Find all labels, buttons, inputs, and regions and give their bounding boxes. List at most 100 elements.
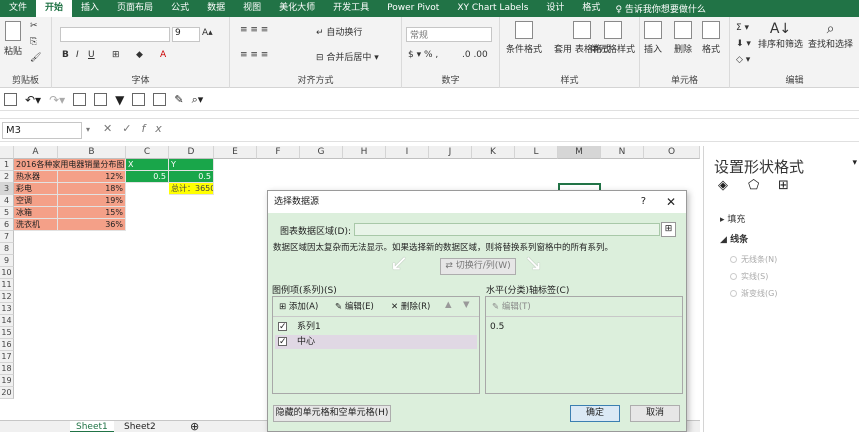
edit-series-button[interactable]: ✎ 编辑(E) [335, 300, 374, 312]
redo-icon[interactable]: ↷▾ [49, 93, 65, 107]
tab-home[interactable]: 开始 [36, 0, 73, 17]
row-header[interactable]: 11 [0, 279, 14, 291]
row-header[interactable]: 14 [0, 315, 14, 327]
tab-developer[interactable]: 开发工具 [324, 0, 378, 17]
cell-b3[interactable]: 18% [58, 183, 126, 195]
cell-a5[interactable]: 冰箱 [14, 207, 58, 219]
tab-power-pivot[interactable]: Power Pivot [378, 0, 448, 17]
namebox-dropdown-icon[interactable]: ▾ [86, 125, 90, 134]
help-icon[interactable]: ? [641, 191, 646, 213]
column-header[interactable]: G [300, 146, 343, 159]
align-top-icon[interactable]: ≡ ≡ ≡ [240, 25, 268, 35]
cut-icon[interactable]: ✂ [30, 21, 38, 31]
fx-icon[interactable]: fx [141, 122, 171, 135]
tab-view[interactable]: 视图 [234, 0, 270, 17]
cell-d3[interactable]: 总计：3650 [169, 183, 214, 195]
row-header[interactable]: 3 [0, 183, 14, 195]
currency-icon[interactable]: $ ▾ % , [408, 50, 438, 60]
tab-data[interactable]: 数据 [198, 0, 234, 17]
add-series-button[interactable]: ⊞ 添加(A) [279, 300, 318, 312]
select-all-corner[interactable] [0, 146, 14, 159]
save-icon[interactable] [4, 93, 17, 106]
tab-format[interactable]: 格式 [573, 0, 609, 17]
font-color-icon[interactable]: A [160, 50, 166, 60]
borders-icon[interactable]: ⊞ [112, 50, 120, 60]
column-header[interactable]: E [214, 146, 257, 159]
column-header[interactable]: C [126, 146, 169, 159]
column-header[interactable]: A [14, 146, 58, 159]
clear-icon[interactable]: ◇ ▾ [736, 55, 750, 65]
sheet-icon[interactable] [153, 93, 167, 106]
insert-cells-button[interactable]: 插入 [644, 21, 662, 55]
undo-icon[interactable]: ↶▾ [25, 93, 41, 107]
move-down-icon[interactable]: ▼ [463, 300, 470, 310]
conditional-format-button[interactable]: 条件格式 [506, 21, 542, 55]
row-header[interactable]: 15 [0, 327, 14, 339]
gradient-line-option[interactable]: 渐变线(G) [730, 288, 777, 299]
cell-b2[interactable]: 12% [58, 171, 126, 183]
tell-me-search[interactable]: ♀ 告诉我你想要做什么 [615, 2, 705, 15]
number-format-select[interactable]: 常规 [406, 27, 492, 42]
checkbox-icon[interactable] [278, 335, 287, 349]
column-header[interactable]: O [644, 146, 700, 159]
row-header[interactable]: 2 [0, 171, 14, 183]
copy-icon[interactable]: ⎘ [30, 37, 37, 47]
underline-button[interactable]: U [88, 50, 95, 60]
switch-row-column-button[interactable]: ⇄ 切换行/列(W) [440, 258, 516, 275]
row-header[interactable]: 20 [0, 387, 14, 399]
cell-a6[interactable]: 洗衣机 [14, 219, 58, 231]
column-header[interactable]: J [429, 146, 472, 159]
row-header[interactable]: 17 [0, 351, 14, 363]
row-header[interactable]: 19 [0, 375, 14, 387]
row-header[interactable]: 7 [0, 231, 14, 243]
fill-section[interactable]: ▸ 填充 [720, 212, 745, 225]
align-left-icon[interactable]: ≡ ≡ ≡ [240, 50, 268, 60]
checkbox-icon[interactable] [278, 320, 287, 334]
close-icon[interactable]: ✕ [666, 191, 676, 213]
cell-a2[interactable]: 热水器 [14, 171, 58, 183]
no-line-option[interactable]: 无线条(N) [730, 254, 777, 265]
row-header[interactable]: 8 [0, 243, 14, 255]
cancel-icon[interactable]: ✕ [103, 122, 122, 135]
row-header[interactable]: 1 [0, 159, 14, 171]
chart-range-input[interactable] [354, 223, 660, 236]
formula-input[interactable] [170, 119, 690, 141]
row-header[interactable]: 12 [0, 291, 14, 303]
sheet-tab-sheet1[interactable]: Sheet1 [70, 421, 114, 432]
italic-button[interactable]: I [76, 50, 79, 60]
form-icon[interactable] [132, 93, 146, 106]
tab-beautify[interactable]: 美化大师 [270, 0, 324, 17]
cancel-button[interactable]: 取消 [630, 405, 680, 422]
series-row[interactable]: 系列1 [275, 320, 477, 334]
column-header[interactable]: D [169, 146, 214, 159]
size-properties-icon[interactable]: ⊞ [778, 178, 789, 193]
enter-icon[interactable]: ✓ [122, 122, 141, 135]
paste-button[interactable]: 粘贴 [4, 21, 22, 57]
cell-d1[interactable]: Y [169, 159, 214, 171]
remove-series-button[interactable]: ✕ 删除(R) [391, 300, 430, 312]
merge-center-button[interactable]: ⊟ 合并后居中 ▾ [316, 50, 379, 63]
fill-color-icon[interactable]: ◆ [136, 50, 143, 60]
sheet-tab-sheet2[interactable]: Sheet2 [118, 421, 162, 432]
column-header[interactable]: K [472, 146, 515, 159]
font-size-select[interactable]: 9 [172, 27, 200, 42]
add-sheet-icon[interactable]: ⊕ [184, 421, 205, 432]
tab-page-layout[interactable]: 页面布局 [108, 0, 162, 17]
cell-d2[interactable]: 0.5 [169, 171, 214, 183]
pane-options-icon[interactable]: ▾ [852, 158, 857, 168]
delete-cells-button[interactable]: 删除 [674, 21, 692, 55]
edit-axis-button[interactable]: ✎ 编辑(T) [492, 300, 531, 312]
hidden-empty-cells-button[interactable]: 隐藏的单元格和空单元格(H) [273, 405, 391, 422]
cell-b4[interactable]: 19% [58, 195, 126, 207]
line-section[interactable]: ◢ 线条 [720, 232, 748, 245]
axis-label-row[interactable]: 0.5 [488, 320, 680, 334]
ok-button[interactable]: 确定 [570, 405, 620, 422]
cell-b6[interactable]: 36% [58, 219, 126, 231]
row-header[interactable]: 9 [0, 255, 14, 267]
format-painter-icon[interactable]: 🖌 [30, 53, 41, 63]
row-header[interactable]: 16 [0, 339, 14, 351]
fill-line-icon[interactable]: ◈ [718, 178, 728, 193]
cell-b5[interactable]: 15% [58, 207, 126, 219]
wrap-text-button[interactable]: ↵ 自动换行 [316, 25, 362, 38]
print-preview-icon[interactable] [94, 93, 108, 106]
